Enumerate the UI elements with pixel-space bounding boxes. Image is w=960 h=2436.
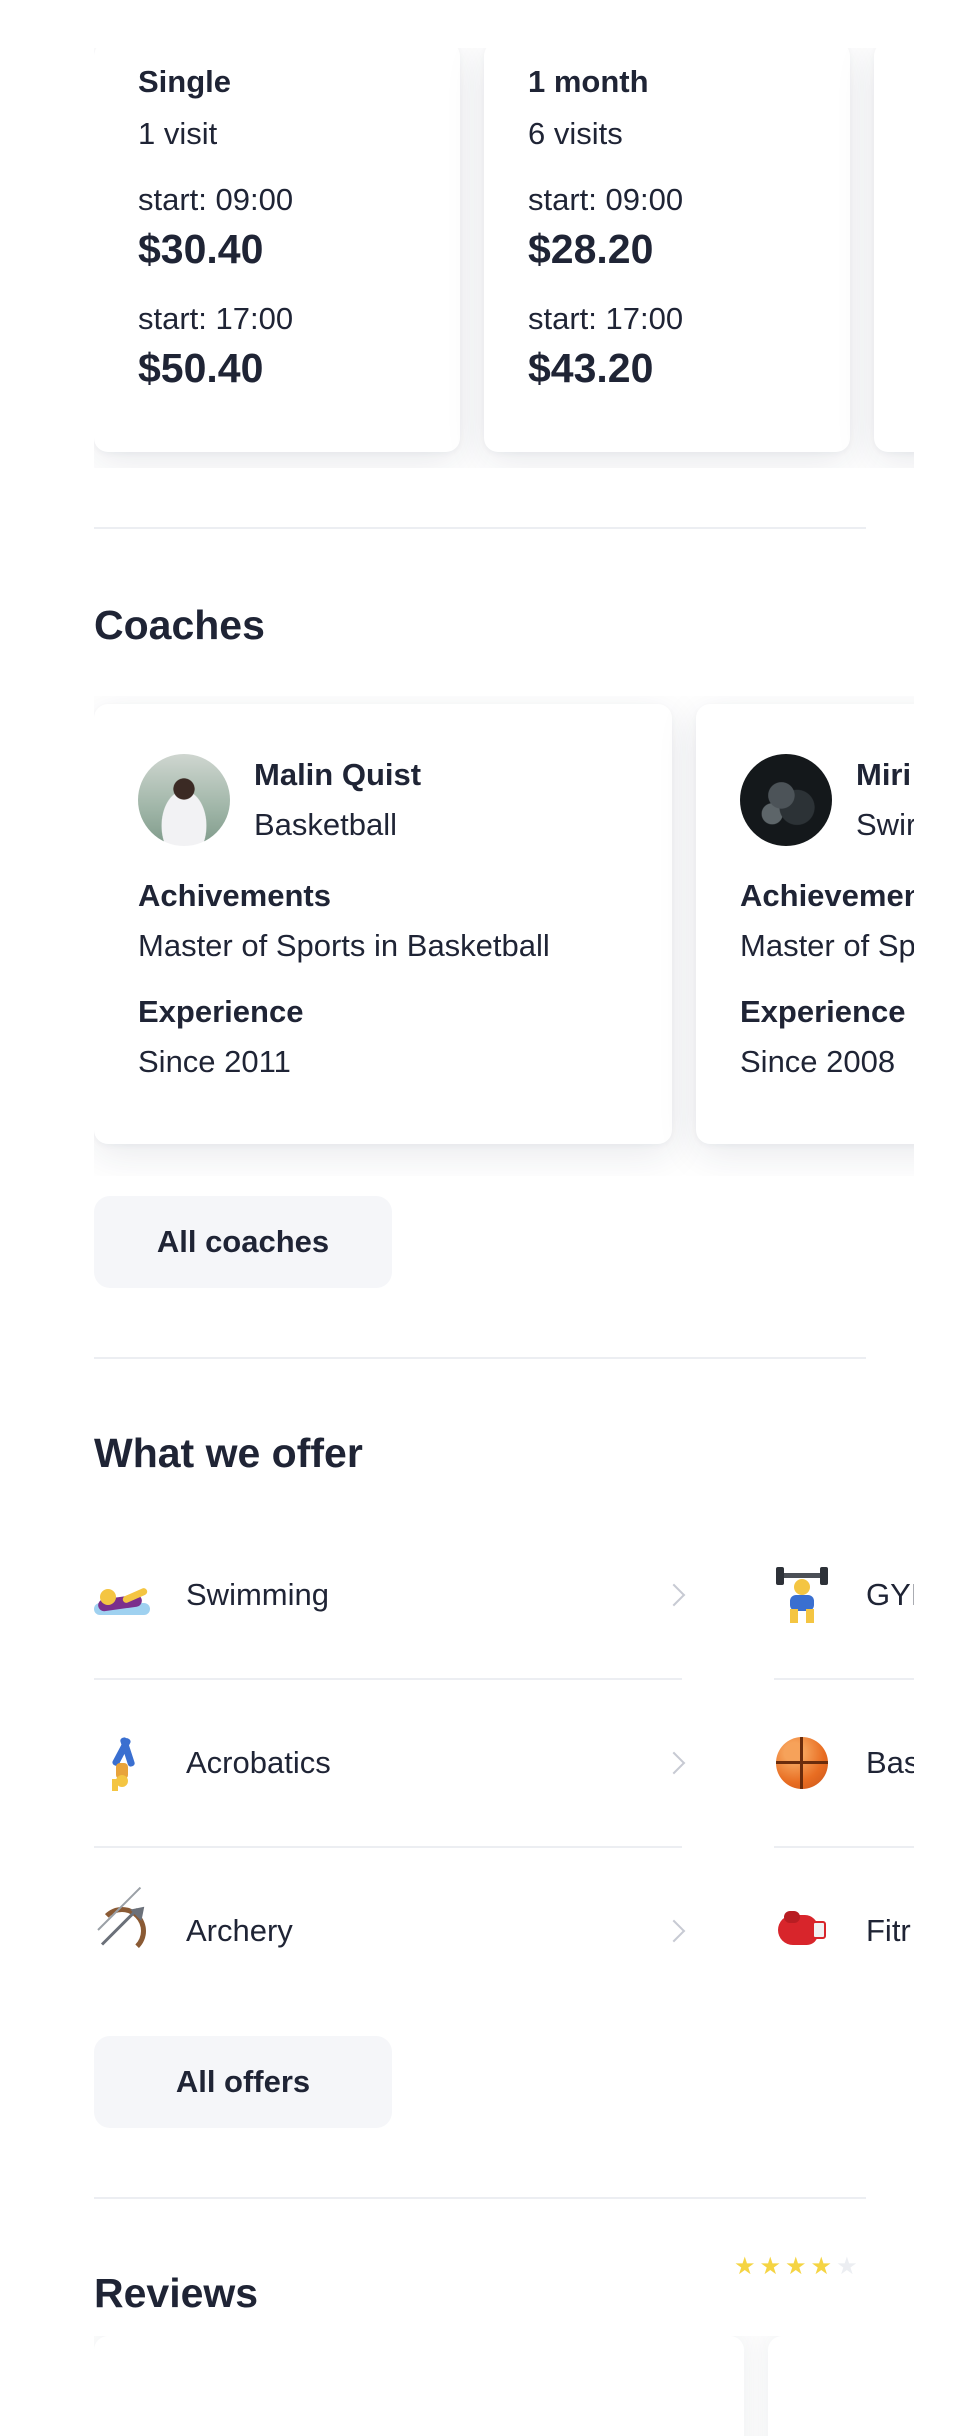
offers-column: GYI Bas Fitr bbox=[774, 1512, 914, 2012]
achievements-value: Master of Sports in Basketball bbox=[138, 928, 550, 963]
offer-label: Archery bbox=[186, 1913, 293, 1948]
coach-sport: Basketball bbox=[254, 807, 398, 842]
boxing-glove-icon bbox=[774, 1903, 830, 1959]
achievements-value: Master of Sp bbox=[740, 928, 914, 963]
offer-label: Swimming bbox=[186, 1577, 329, 1612]
offer-item-swimming[interactable]: Swimming bbox=[94, 1512, 686, 1680]
section-divider bbox=[94, 1357, 866, 1359]
price-card-single[interactable]: Single 1 visit start: 09:00 $30.40 start… bbox=[94, 48, 460, 452]
offers-column: Swimming Acrobatics Archery bbox=[94, 1512, 686, 2012]
offer-label: Acrobatics bbox=[186, 1745, 331, 1780]
price-card-visits: 6 visits bbox=[528, 116, 623, 151]
review-card[interactable] bbox=[94, 2336, 744, 2436]
price-card-title: Single bbox=[138, 64, 232, 99]
price-card-price: $28.20 bbox=[528, 226, 654, 272]
coach-card[interactable]: Miri Swir Achievement Master of Sp Exper… bbox=[696, 704, 914, 1144]
page: Single 1 visit start: 09:00 $30.40 start… bbox=[0, 0, 960, 2436]
price-card-start-time: start: 09:00 bbox=[138, 182, 294, 217]
offer-item-gym[interactable]: GYI bbox=[774, 1512, 914, 1680]
acrobatics-icon bbox=[94, 1735, 150, 1791]
price-card-start-time: start: 09:00 bbox=[528, 182, 684, 217]
review-card[interactable] bbox=[768, 2336, 914, 2436]
achievements-label: Achivements bbox=[138, 878, 331, 913]
price-card-price: $50.40 bbox=[138, 345, 264, 391]
offers-grid: Swimming Acrobatics Archery GYI bbox=[94, 1512, 914, 2012]
price-card-visits: 1 visit bbox=[138, 116, 218, 151]
weightlifting-icon bbox=[774, 1567, 830, 1623]
star-empty-icon: ★ bbox=[836, 2252, 858, 2280]
offer-item-archery[interactable]: Archery bbox=[94, 1848, 686, 2012]
offer-label: Bas bbox=[866, 1745, 914, 1780]
star-filled-icon: ★ bbox=[734, 2252, 756, 2280]
coach-name: Malin Quist bbox=[254, 757, 422, 792]
swimming-icon bbox=[94, 1567, 150, 1623]
coach-sport: Swir bbox=[856, 807, 914, 842]
price-card-partial[interactable] bbox=[874, 48, 914, 452]
reviews-section-title: Reviews bbox=[94, 2270, 259, 2316]
archery-icon bbox=[94, 1886, 150, 1959]
experience-value: Since 2011 bbox=[138, 1044, 291, 1079]
coaches-section-title: Coaches bbox=[94, 602, 265, 648]
all-offers-button[interactable]: All offers bbox=[94, 2036, 392, 2128]
coaches-carousel[interactable]: Malin Quist Basketball Achivements Maste… bbox=[94, 696, 914, 1176]
price-card-title: 1 month bbox=[528, 64, 649, 99]
offer-item-basketball[interactable]: Bas bbox=[774, 1680, 914, 1848]
experience-label: Experience bbox=[740, 994, 906, 1029]
coach-card[interactable]: Malin Quist Basketball Achivements Maste… bbox=[94, 704, 672, 1144]
price-card-price: $43.20 bbox=[528, 345, 654, 391]
price-card-start-time: start: 17:00 bbox=[528, 301, 684, 336]
price-card-1-month[interactable]: 1 month 6 visits start: 09:00 $28.20 sta… bbox=[484, 48, 850, 452]
section-divider bbox=[94, 2197, 866, 2199]
experience-label: Experience bbox=[138, 994, 304, 1029]
rating-stars: ★ ★ ★ ★ ★ bbox=[734, 2254, 858, 2278]
experience-value: Since 2008 bbox=[740, 1044, 896, 1079]
star-filled-icon: ★ bbox=[759, 2252, 782, 2280]
coach-avatar bbox=[740, 754, 832, 846]
star-filled-icon: ★ bbox=[810, 2252, 833, 2280]
chevron-right-icon bbox=[662, 1919, 686, 1943]
coach-avatar bbox=[138, 754, 230, 846]
price-card-start-time: start: 17:00 bbox=[138, 301, 294, 336]
coach-name: Miri bbox=[856, 757, 912, 792]
star-filled-icon: ★ bbox=[785, 2252, 807, 2280]
achievements-label: Achievement bbox=[740, 878, 914, 913]
pricing-carousel[interactable]: Single 1 visit start: 09:00 $30.40 start… bbox=[94, 48, 914, 468]
price-card-price: $30.40 bbox=[138, 226, 264, 272]
offer-label: Fitr bbox=[866, 1913, 911, 1948]
offer-item-fitness[interactable]: Fitr bbox=[774, 1848, 914, 2012]
reviews-carousel[interactable] bbox=[94, 2336, 914, 2436]
section-divider bbox=[94, 527, 866, 529]
offers-section-title: What we offer bbox=[94, 1430, 363, 1476]
offer-label: GYI bbox=[866, 1577, 914, 1612]
offer-item-acrobatics[interactable]: Acrobatics bbox=[94, 1680, 686, 1848]
basketball-icon bbox=[774, 1735, 830, 1791]
chevron-right-icon bbox=[662, 1583, 686, 1607]
all-coaches-button[interactable]: All coaches bbox=[94, 1196, 392, 1288]
chevron-right-icon bbox=[662, 1751, 686, 1775]
